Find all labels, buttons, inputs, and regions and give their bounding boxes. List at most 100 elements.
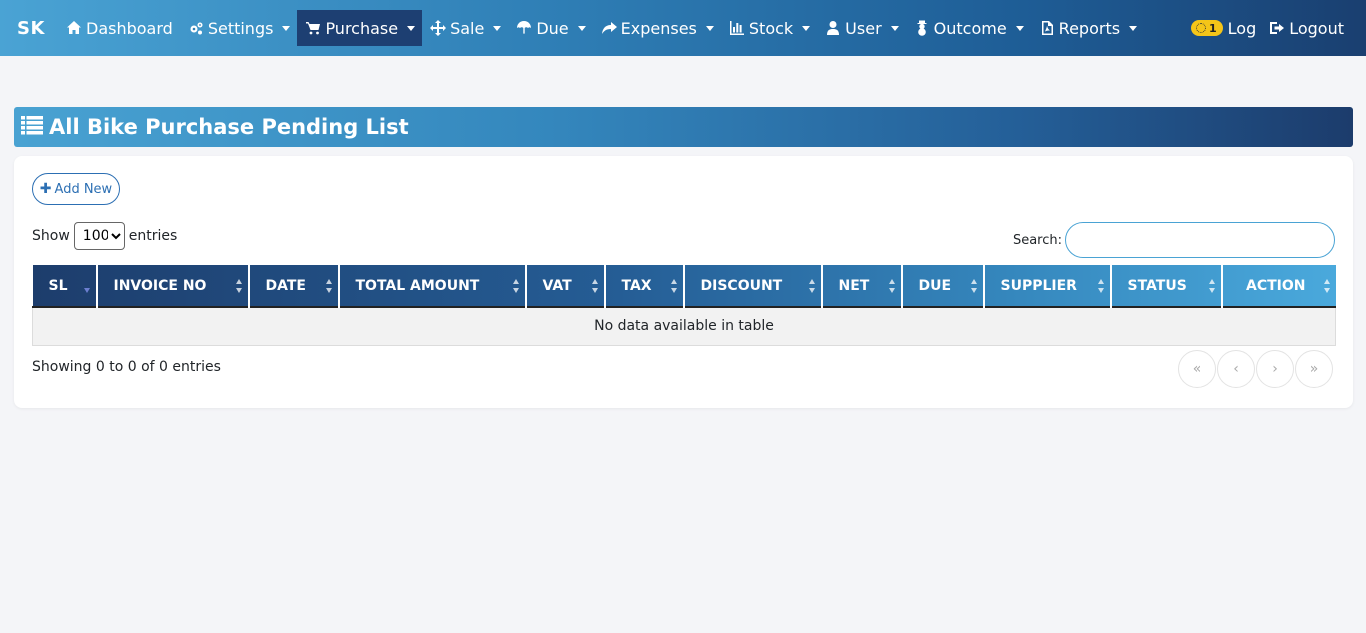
list-card: ✚ Add New Show 100 entries Search: SL IN… [14, 156, 1353, 408]
column-header-vat[interactable]: VAT [525, 265, 606, 307]
pdf-file-icon [1038, 19, 1056, 37]
spinner-icon [1195, 23, 1206, 33]
sort-icon [808, 279, 816, 293]
sort-icon [591, 279, 599, 293]
nav-stock-label: Stock [748, 18, 794, 38]
user-icon [824, 19, 842, 37]
nav-expenses-label: Expenses [620, 18, 697, 38]
nav-purchase[interactable]: Purchase [297, 10, 423, 46]
main-nav: Dashboard Settings Purchase Sale Due Exp… [58, 0, 1144, 56]
nav-log-label: Log [1227, 18, 1257, 38]
add-new-label: Add New [54, 181, 113, 197]
chevron-down-icon [1015, 25, 1024, 31]
nav-dashboard-label: Dashboard [86, 18, 173, 38]
column-header-due[interactable]: DUE [901, 265, 985, 307]
page-size-select[interactable]: 100 [73, 222, 125, 250]
nav-logout[interactable]: Logout [1262, 10, 1350, 46]
column-header-invoice-no[interactable]: INVOICE NO [96, 265, 250, 307]
chevron-down-icon [577, 25, 586, 31]
nav-settings[interactable]: Settings [180, 10, 298, 46]
column-header-tax[interactable]: TAX [604, 265, 685, 307]
chevron-down-icon [282, 25, 291, 31]
table-row: No data available in table [32, 306, 1336, 346]
nav-right: 1 Log Logout [1185, 0, 1350, 56]
home-icon [65, 19, 83, 37]
sort-icon [670, 279, 678, 293]
nav-logout-label: Logout [1289, 18, 1344, 38]
column-header-supplier[interactable]: SUPPLIER [983, 265, 1112, 307]
page-header: All Bike Purchase Pending List [14, 107, 1353, 147]
page-title: All Bike Purchase Pending List [49, 115, 409, 139]
column-header-discount[interactable]: DISCOUNT [683, 265, 823, 307]
search-control: Search: [1013, 222, 1335, 258]
nav-stock[interactable]: Stock [721, 10, 817, 46]
column-header-total-amount[interactable]: TOTAL AMOUNT [338, 265, 527, 307]
bar-chart-icon [728, 19, 746, 37]
nav-due[interactable]: Due [508, 10, 592, 46]
column-header-date[interactable]: DATE [248, 265, 340, 307]
entries-label: entries [128, 228, 178, 244]
purchase-pending-table: SL INVOICE NO DATE TOTAL AMOUNT VAT TAX … [32, 265, 1336, 346]
sort-desc-icon [83, 279, 91, 293]
snowman-icon [913, 19, 931, 37]
nav-log[interactable]: 1 Log [1185, 10, 1262, 46]
chevron-down-icon [407, 25, 416, 31]
sort-icon [325, 279, 333, 293]
nav-outcome[interactable]: Outcome [906, 10, 1031, 46]
data-table-wrapper: SL INVOICE NO DATE TOTAL AMOUNT VAT TAX … [32, 265, 1336, 346]
nav-reports-label: Reports [1058, 18, 1121, 38]
nav-purchase-label: Purchase [325, 18, 399, 38]
next-page-button[interactable]: › [1256, 350, 1294, 388]
umbrella-icon [515, 19, 533, 37]
top-navbar: SK Dashboard Settings Purchase Sale Due [0, 0, 1366, 56]
list-icon [21, 115, 43, 139]
nav-dashboard[interactable]: Dashboard [58, 10, 180, 46]
column-header-sl[interactable]: SL [32, 265, 98, 307]
nav-settings-label: Settings [207, 18, 274, 38]
plus-icon: ✚ [39, 181, 52, 197]
table-header-row: SL INVOICE NO DATE TOTAL AMOUNT VAT TAX … [32, 265, 1336, 307]
nav-expenses[interactable]: Expenses [593, 10, 721, 46]
column-header-status[interactable]: STATUS [1110, 265, 1223, 307]
chevron-down-icon [802, 25, 811, 31]
sort-icon [235, 279, 243, 293]
sort-icon [888, 279, 896, 293]
cart-icon [304, 19, 322, 37]
show-entries-control: Show 100 entries [32, 222, 177, 250]
add-new-button[interactable]: ✚ Add New [32, 173, 120, 205]
chevron-down-icon [705, 25, 714, 31]
brand-logo[interactable]: SK [0, 18, 58, 39]
column-header-net[interactable]: NET [821, 265, 903, 307]
sort-icon [970, 279, 978, 293]
chevron-down-icon [1129, 25, 1138, 31]
empty-table-message: No data available in table [32, 306, 1336, 346]
first-page-button[interactable]: « [1178, 350, 1216, 388]
show-label: Show [32, 228, 70, 244]
nav-sale[interactable]: Sale [422, 10, 508, 46]
gears-icon [187, 19, 205, 37]
chevron-down-icon [890, 25, 899, 31]
arrows-icon [429, 19, 447, 37]
sort-icon [1208, 279, 1216, 293]
table-info: Showing 0 to 0 of 0 entries [32, 359, 221, 375]
chevron-down-icon [493, 25, 502, 31]
sort-icon [1097, 279, 1105, 293]
last-page-button[interactable]: » [1295, 350, 1333, 388]
nav-user-label: User [845, 18, 882, 38]
nav-outcome-label: Outcome [933, 18, 1007, 38]
share-icon [600, 19, 618, 37]
nav-sale-label: Sale [450, 18, 485, 38]
previous-page-button[interactable]: ‹ [1217, 350, 1255, 388]
nav-user[interactable]: User [817, 10, 905, 46]
search-label: Search: [1012, 232, 1062, 248]
nav-reports[interactable]: Reports [1031, 10, 1144, 46]
search-input[interactable] [1065, 222, 1335, 258]
column-header-action[interactable]: ACTION [1222, 265, 1336, 307]
nav-due-label: Due [536, 18, 569, 38]
sort-icon [512, 279, 520, 293]
sign-out-icon [1268, 19, 1286, 37]
badge-count: 1 [1208, 21, 1217, 35]
notification-badge: 1 [1190, 20, 1223, 36]
pagination: « ‹ › » [1177, 350, 1333, 388]
sort-icon [1323, 279, 1331, 293]
